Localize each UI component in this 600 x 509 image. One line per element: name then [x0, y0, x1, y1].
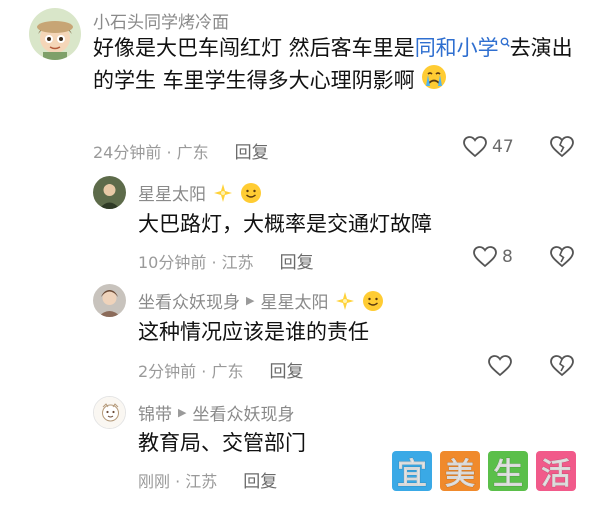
username[interactable]: 小石头同学烤冷面: [93, 8, 229, 33]
dislike-button[interactable]: [549, 245, 575, 273]
username-text[interactable]: 坐看众妖现身: [138, 288, 240, 313]
comment-text-part: 这种情况应该是谁的责任: [138, 320, 369, 344]
watermark-char: 宜: [392, 451, 432, 493]
username[interactable]: 坐看众妖现身 ▶ 星星太阳: [138, 288, 384, 313]
time-location: 10分钟前 · 江苏: [138, 252, 254, 272]
dislike-button[interactable]: [549, 135, 575, 163]
search-link-text[interactable]: 同和小学: [415, 36, 499, 60]
broken-heart-icon[interactable]: [549, 354, 575, 378]
search-link[interactable]: 同和小学: [415, 36, 510, 60]
avatar[interactable]: [93, 396, 126, 429]
like-button[interactable]: [487, 354, 517, 378]
broken-heart-icon[interactable]: [549, 135, 575, 159]
comment-meta: 2分钟前 · 广东 回复: [138, 357, 303, 383]
avatar[interactable]: [93, 284, 126, 317]
username-text[interactable]: 星星太阳: [138, 180, 206, 205]
username[interactable]: 星星太阳: [138, 180, 262, 205]
dislike-button[interactable]: [549, 354, 575, 382]
reply-arrow-icon: ▶: [178, 406, 187, 419]
reply-button[interactable]: 回复: [235, 138, 269, 163]
comment-meta: 刚刚 · 江苏 回复: [138, 467, 277, 493]
smiley-face-icon: [363, 290, 384, 311]
watermark-char: 美: [440, 451, 480, 493]
like-button[interactable]: 47: [462, 135, 514, 159]
comment-text: 大巴路灯，大概率是交通灯故障: [138, 209, 432, 240]
reply-button[interactable]: 回复: [243, 467, 277, 492]
comment-meta: 24分钟前 · 广东 回复: [93, 138, 269, 164]
reply-button[interactable]: 回复: [280, 248, 314, 273]
comment-meta: 10分钟前 · 江苏 回复: [138, 248, 314, 274]
comment-text: 好像是大巴车闯红灯 然后客车里是同和小学 去演出的学生 车里学生得多大心理阴影啊: [93, 33, 573, 99]
like-count: 47: [492, 137, 514, 157]
reply-to-username[interactable]: 坐看众妖现身: [192, 400, 294, 425]
like-count: 8: [502, 247, 513, 267]
sparkle-star-icon: [214, 183, 232, 202]
crying-face-icon: [421, 64, 447, 99]
avatar[interactable]: [93, 176, 126, 209]
reply-arrow-icon: ▶: [246, 294, 255, 307]
smiley-face-icon: [241, 182, 261, 203]
time-location: 2分钟前 · 广东: [138, 361, 244, 381]
search-icon[interactable]: [500, 37, 510, 51]
reply-button[interactable]: 回复: [269, 357, 303, 382]
time-location: 24分钟前 · 广东: [93, 142, 209, 162]
sparkle-star-icon: [336, 291, 355, 310]
heart-icon[interactable]: [462, 135, 488, 159]
username-text[interactable]: 锦带: [138, 400, 172, 425]
broken-heart-icon[interactable]: [549, 245, 575, 269]
watermark-char: 活: [536, 451, 576, 493]
time-location: 刚刚 · 江苏: [138, 471, 218, 491]
heart-icon[interactable]: [472, 245, 498, 269]
reply-to-username[interactable]: 星星太阳: [260, 288, 328, 313]
heart-icon[interactable]: [487, 354, 513, 378]
comment-text-part: 好像是大巴车闯红灯 然后客车里是: [93, 36, 415, 60]
like-button[interactable]: 8: [472, 245, 513, 269]
comment-text-part: 教育局、交管部门: [138, 431, 306, 455]
comment-text-part: 大巴路灯，大概率是交通灯故障: [138, 212, 432, 236]
comment-text: 这种情况应该是谁的责任: [138, 317, 369, 348]
comment-text: 教育局、交管部门: [138, 428, 306, 459]
username-text[interactable]: 小石头同学烤冷面: [93, 8, 229, 33]
watermark-char: 生: [488, 451, 528, 493]
avatar[interactable]: [29, 8, 81, 60]
watermark-logo: 宜 美 生 活: [392, 451, 576, 493]
username[interactable]: 锦带 ▶ 坐看众妖现身: [138, 400, 294, 425]
